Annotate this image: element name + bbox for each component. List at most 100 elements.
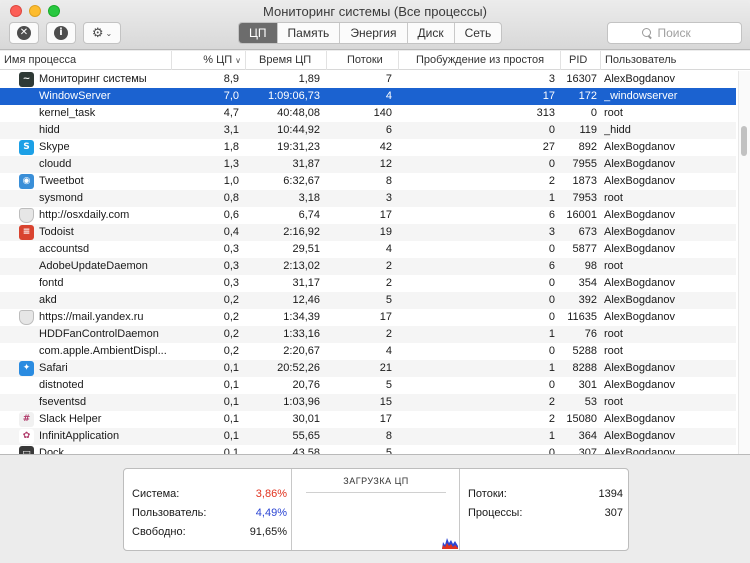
threads-cell: 140 bbox=[373, 107, 392, 119]
slack-icon: # bbox=[19, 412, 34, 427]
tab-1[interactable]: Память bbox=[276, 23, 340, 43]
idle-wakeups-cell: 0 bbox=[548, 311, 555, 323]
table-row[interactable]: kernel_task 4,7 40:48,08 140 313 0 root bbox=[0, 105, 736, 122]
actions-menu-button[interactable]: ⚙ ⌄ bbox=[83, 22, 121, 44]
cpu-percent-cell: 0,3 bbox=[223, 243, 239, 255]
table-row[interactable]: ✦ Safari 0,1 20:52,26 21 1 8288 AlexBogdanov bbox=[0, 360, 736, 377]
column-header-cpu-time[interactable]: Время ЦП bbox=[246, 51, 327, 70]
idle-wakeups-cell: 1 bbox=[548, 192, 555, 204]
table-row[interactable]: fontd 0,3 31,17 2 0 354 AlexBogdanov bbox=[0, 275, 736, 292]
table-row[interactable]: https://mail.yandex.ru 0,2 1:34,39 17 0 11635… bbox=[0, 309, 736, 326]
tab-4[interactable]: Сеть bbox=[453, 23, 502, 43]
cpu-time-cell: 6:32,67 bbox=[283, 175, 320, 187]
user-cell: _windowserver bbox=[604, 90, 678, 102]
stop-process-button[interactable]: ✕ bbox=[9, 22, 39, 44]
user-cell: AlexBogdanov bbox=[604, 277, 675, 289]
user-cell: AlexBogdanov bbox=[604, 141, 675, 153]
process-name-cell: WindowServer bbox=[39, 90, 111, 102]
column-header-user[interactable]: Пользователь bbox=[601, 51, 750, 70]
idle-wakeups-cell: 0 bbox=[548, 243, 555, 255]
pid-cell: 392 bbox=[578, 294, 597, 306]
table-row[interactable]: ~ Мониторинг системы 8,9 1,89 7 3 16307 AlexBog… bbox=[0, 71, 736, 88]
table-row[interactable]: ▭ Dock 0,1 43,58 5 0 307 AlexBogdanov bbox=[0, 445, 736, 454]
process-name-cell: Мониторинг системы bbox=[39, 73, 147, 85]
cpu-percent-cell: 0,3 bbox=[223, 277, 239, 289]
column-header-threads[interactable]: Потоки bbox=[327, 51, 399, 70]
column-header-pid[interactable]: PID bbox=[561, 51, 601, 70]
table-row[interactable]: http://osxdaily.com 0,6 6,74 17 6 16001 AlexBo… bbox=[0, 207, 736, 224]
table-body: ~ Мониторинг системы 8,9 1,89 7 3 16307 AlexBog… bbox=[0, 71, 736, 454]
column-header-cpu[interactable]: % ЦП ∨ bbox=[172, 51, 246, 70]
cpu-load-graph: ЗАГРУЗКА ЦП bbox=[292, 469, 460, 550]
cpu-time-cell: 3,18 bbox=[298, 192, 320, 204]
cpu-percent-cell: 0,1 bbox=[223, 396, 239, 408]
table-row[interactable]: sysmond 0,8 3,18 3 1 7953 root bbox=[0, 190, 736, 207]
table-row[interactable]: WindowServer 7,0 1:09:06,73 4 17 172 _windowse… bbox=[0, 88, 736, 105]
threads-cell: 7 bbox=[385, 73, 392, 85]
table-row[interactable]: ✿ InfinitApplication 0,1 55,65 8 1 364 AlexBogd… bbox=[0, 428, 736, 445]
user-cell: AlexBogdanov bbox=[604, 311, 675, 323]
cpu-time-cell: 19:31,23 bbox=[277, 141, 320, 153]
column-header-name[interactable]: Имя процесса bbox=[0, 51, 172, 70]
threads-cell: 19 bbox=[379, 226, 392, 238]
inspect-process-button[interactable]: i bbox=[46, 22, 76, 44]
table-row[interactable]: akd 0,2 12,46 5 0 392 AlexBogdanov bbox=[0, 292, 736, 309]
threads-cell: 5 bbox=[385, 379, 392, 391]
cpu-percent-cell: 0,2 bbox=[223, 311, 239, 323]
cpu-percent-cell: 0,2 bbox=[223, 294, 239, 306]
process-name-cell: Tweetbot bbox=[39, 175, 84, 187]
threads-cell: 8 bbox=[385, 430, 392, 442]
processes-value: 307 bbox=[604, 507, 623, 519]
table-row[interactable]: accountsd 0,3 29,51 4 0 5877 AlexBogdanov bbox=[0, 241, 736, 258]
scrollbar-thumb[interactable] bbox=[741, 126, 747, 156]
pid-cell: 354 bbox=[578, 277, 597, 289]
table-row[interactable]: hidd 3,1 10:44,92 6 0 119 _hidd bbox=[0, 122, 736, 139]
search-field[interactable] bbox=[607, 22, 742, 44]
process-name-cell: https://mail.yandex.ru bbox=[39, 311, 144, 323]
search-input[interactable] bbox=[657, 26, 708, 40]
sort-descending-icon: ∨ bbox=[235, 56, 241, 65]
table-row[interactable]: cloudd 1,3 31,87 12 0 7955 AlexBogdanov bbox=[0, 156, 736, 173]
table-row[interactable]: fseventsd 0,1 1:03,96 15 2 53 root bbox=[0, 394, 736, 411]
column-header-idle-wakeups[interactable]: Пробуждение из простоя bbox=[399, 51, 561, 70]
cpu-percent-cell: 0,2 bbox=[223, 328, 239, 340]
table-row[interactable]: AdobeUpdateDaemon 0,3 2:13,02 2 6 98 root bbox=[0, 258, 736, 275]
tab-3[interactable]: Диск bbox=[406, 23, 454, 43]
cpu-time-cell: 12,46 bbox=[292, 294, 320, 306]
user-cell: _hidd bbox=[604, 124, 631, 136]
threads-cell: 4 bbox=[385, 90, 392, 102]
pid-cell: 119 bbox=[579, 124, 597, 136]
cpu-time-cell: 10:44,92 bbox=[277, 124, 320, 136]
user-cell: AlexBogdanov bbox=[604, 175, 675, 187]
chevron-down-icon: ⌄ bbox=[105, 28, 113, 38]
pid-cell: 0 bbox=[590, 107, 597, 119]
table-row[interactable]: distnoted 0,1 20,76 5 0 301 AlexBogdanov bbox=[0, 377, 736, 394]
cpu-summary-panel: Система: 3,86% Пользователь: 4,49% Свобо… bbox=[123, 468, 629, 551]
threads-cell: 17 bbox=[379, 413, 392, 425]
tab-2[interactable]: Энергия bbox=[339, 23, 406, 43]
table-row[interactable]: ≡ Todoist 0,4 2:16,92 19 3 673 AlexBogdanov bbox=[0, 224, 736, 241]
cpu-load-sparkline bbox=[442, 538, 458, 549]
table-row[interactable]: HDDFanControlDaemon 0,2 1:33,16 2 1 76 root bbox=[0, 326, 736, 343]
process-name-cell: com.apple.AmbientDispl... bbox=[39, 345, 167, 357]
cpu-time-cell: 6,74 bbox=[298, 209, 320, 221]
idle-wakeups-cell: 2 bbox=[548, 175, 555, 187]
pid-cell: 8288 bbox=[572, 362, 597, 374]
idle-wakeups-cell: 313 bbox=[536, 107, 555, 119]
table-row[interactable]: ◉ Tweetbot 1,0 6:32,67 8 2 1873 AlexBogdanov bbox=[0, 173, 736, 190]
cpu-percent-cell: 7,0 bbox=[223, 90, 239, 102]
threads-cell: 17 bbox=[379, 311, 392, 323]
idle-wakeups-cell: 1 bbox=[548, 430, 555, 442]
table-row[interactable]: # Slack Helper 0,1 30,01 17 2 15080 AlexBogdano… bbox=[0, 411, 736, 428]
idle-value: 91,65% bbox=[249, 526, 287, 538]
idle-wakeups-cell: 0 bbox=[548, 294, 555, 306]
titlebar: Мониторинг системы (Все процессы) ✕ i ⚙ … bbox=[0, 0, 750, 50]
table-row[interactable]: com.apple.AmbientDispl... 0,2 2:20,67 4 0 528… bbox=[0, 343, 736, 360]
pid-cell: 673 bbox=[578, 226, 597, 238]
tab-0[interactable]: ЦП bbox=[239, 23, 277, 43]
threads-cell: 2 bbox=[385, 328, 392, 340]
table-row[interactable]: S Skype 1,8 19:31,23 42 27 892 AlexBogdanov bbox=[0, 139, 736, 156]
idle-wakeups-cell: 27 bbox=[542, 141, 555, 153]
skype-icon: S bbox=[19, 140, 34, 155]
pid-cell: 1873 bbox=[572, 175, 597, 187]
